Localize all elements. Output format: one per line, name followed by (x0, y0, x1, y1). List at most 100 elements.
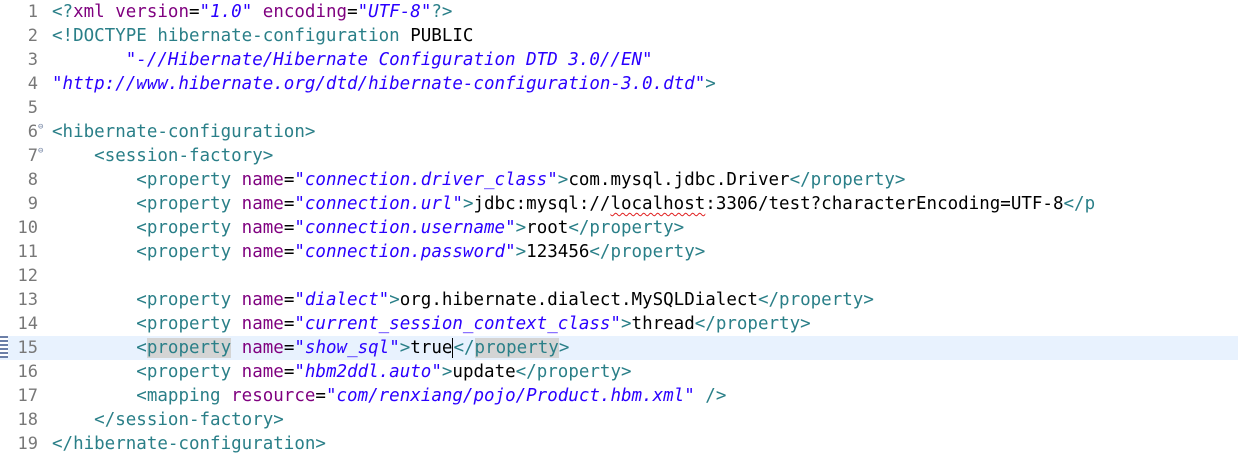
code-line[interactable]: 12 (0, 264, 1238, 288)
code-token: </ (453, 338, 475, 358)
code-token: = (283, 194, 295, 214)
code-line[interactable]: 7 ⊖ <session-factory> (0, 144, 1238, 168)
code-text[interactable]: <property name="show_sql">true</property… (52, 336, 569, 360)
code-token: 123456 (526, 242, 590, 262)
code-token: = (315, 386, 326, 406)
code-line[interactable]: 18 </session-factory> (0, 408, 1238, 432)
code-line[interactable]: 4 "http://www.hibernate.org/dtd/hibernate… (0, 72, 1238, 96)
code-line[interactable]: 8 <property name="connection.driver_clas… (0, 168, 1238, 192)
code-line[interactable]: 14 <property name="current_session_conte… (0, 312, 1238, 336)
code-token: <!DOCTYPE hibernate-configuration (52, 26, 411, 46)
code-token: "1.0" (199, 2, 253, 22)
code-token: name (241, 242, 284, 262)
code-text[interactable]: </session-factory> (52, 408, 284, 432)
code-token: > (399, 338, 411, 358)
code-token: </property> (515, 362, 632, 382)
code-text[interactable]: <property name="connection.username">roo… (52, 216, 684, 240)
code-line[interactable]: 11 <property name="connection.password">… (0, 240, 1238, 264)
line-number: 11 (17, 242, 38, 262)
code-token: <property (136, 242, 242, 262)
code-text[interactable]: <!DOCTYPE hibernate-configuration PUBLIC (52, 24, 473, 48)
code-line[interactable]: 2 <!DOCTYPE hibernate-configuration PUBLI… (0, 24, 1238, 48)
code-line[interactable]: 10 <property name="connection.username">… (0, 216, 1238, 240)
code-text[interactable]: <property name="connection.url">jdbc:mys… (52, 192, 1095, 216)
code-token: "-//Hibernate/Hibernate Configuration DT… (125, 50, 653, 70)
code-line[interactable]: 15 <property name="show_sql">true</prope… (0, 336, 1238, 360)
code-line[interactable]: 17 <mapping resource="com/renxiang/pojo/… (0, 384, 1238, 408)
code-text[interactable]: <property name="current_session_context_… (52, 312, 811, 336)
code-text[interactable]: </hibernate-configuration> (52, 432, 326, 456)
code-text[interactable]: <?xml version="1.0" encoding="UTF-8"?> (52, 0, 452, 24)
code-token: "http://www.hibernate.org/dtd/hibernate-… (52, 74, 706, 94)
code-text[interactable]: <property name="dialect">org.hibernate.d… (52, 288, 874, 312)
code-token: name (241, 194, 284, 214)
code-token: = (283, 362, 295, 382)
code-token: > (462, 194, 474, 214)
line-number: 6 (27, 122, 38, 142)
line-number: 10 (17, 218, 38, 238)
line-number: 4 (27, 74, 38, 94)
code-text[interactable]: "http://www.hibernate.org/dtd/hibernate-… (52, 72, 716, 96)
code-token: PUBLIC (410, 26, 474, 46)
code-line[interactable]: 3 "-//Hibernate/Hibernate Configuration … (0, 48, 1238, 72)
line-number: 15 (17, 338, 38, 358)
code-token: <session-factory> (94, 146, 274, 166)
code-text[interactable]: <property name="connection.driver_class"… (52, 168, 905, 192)
code-token: </property> (568, 218, 685, 238)
code-token: </session-factory> (94, 410, 284, 430)
code-token: </p (1063, 194, 1096, 214)
code-token: property (146, 338, 232, 358)
code-line[interactable]: 5 (0, 96, 1238, 120)
code-line[interactable]: 1 <?xml version="1.0" encoding="UTF-8"?> (0, 0, 1238, 24)
code-token: thread (631, 314, 695, 334)
code-token: </property> (694, 314, 811, 334)
code-token: name (241, 338, 284, 358)
code-token: </property> (757, 290, 874, 310)
code-token: = (189, 2, 200, 22)
code-token: name (241, 290, 284, 310)
code-token: name (241, 362, 284, 382)
line-number: 13 (17, 290, 38, 310)
code-text[interactable]: "-//Hibernate/Hibernate Configuration DT… (52, 48, 653, 72)
code-token: name (241, 314, 284, 334)
code-token: xml (73, 2, 116, 22)
code-token: true (410, 338, 453, 358)
code-text[interactable]: <property name="connection.password">123… (52, 240, 705, 264)
code-token: </hibernate-configuration> (52, 434, 326, 454)
line-number: 8 (27, 170, 38, 190)
code-line[interactable]: 19 </hibernate-configuration> (0, 432, 1238, 456)
code-text[interactable]: <mapping resource="com/renxiang/pojo/Pro… (52, 384, 726, 408)
code-token: > (441, 362, 453, 382)
code-text[interactable]: <session-factory> (52, 144, 273, 168)
fold-toggle-icon[interactable]: ⊖ (38, 123, 47, 132)
line-number: 12 (17, 266, 38, 286)
code-token: > (558, 338, 570, 358)
code-text[interactable]: <hibernate-configuration> (52, 120, 315, 144)
code-token: version (115, 2, 189, 22)
code-line[interactable]: 16 <property name="hbm2ddl.auto">update<… (0, 360, 1238, 384)
code-line[interactable]: 13 <property name="dialect">org.hibernat… (0, 288, 1238, 312)
xml-editor[interactable]: 1 <?xml version="1.0" encoding="UTF-8"?> 2… (0, 0, 1238, 457)
line-number: 7 (27, 146, 38, 166)
code-token: <property (136, 362, 242, 382)
code-token: <property (136, 170, 242, 190)
code-token: = (283, 170, 295, 190)
code-line[interactable]: 9 <property name="connection.url">jdbc:m… (0, 192, 1238, 216)
code-token: "current_session_context_class" (294, 314, 621, 334)
code-line[interactable]: 6 ⊖ <hibernate-configuration> (0, 120, 1238, 144)
code-token: ?> (431, 2, 453, 22)
code-token: "hbm2ddl.auto" (294, 362, 442, 382)
code-text[interactable]: <property name="hbm2ddl.auto">update</pr… (52, 360, 632, 384)
line-number: 17 (17, 386, 38, 406)
code-token: "connection.driver_class" (294, 170, 558, 190)
code-token: < (136, 338, 147, 358)
code-token: > (515, 218, 527, 238)
fold-toggle-icon[interactable]: ⊖ (38, 147, 47, 156)
